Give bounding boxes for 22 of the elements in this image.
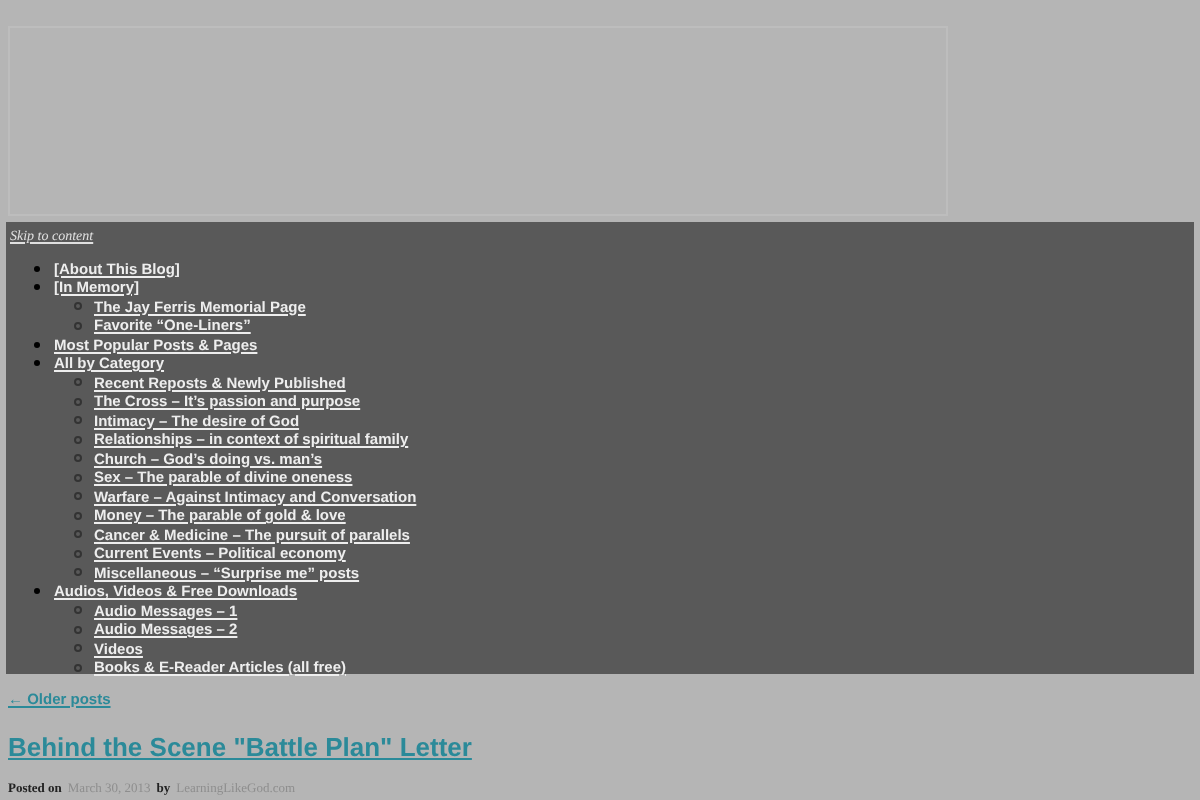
- bullet-icon: [74, 302, 82, 311]
- bullet-icon: [74, 511, 82, 520]
- bullet-icon: [34, 265, 40, 272]
- bullet-icon: [74, 473, 82, 482]
- bullet-icon: [74, 492, 82, 501]
- bullet-icon: [74, 625, 82, 634]
- bullet-icon: [74, 435, 82, 444]
- bullet-icon: [74, 568, 82, 577]
- bullet-icon: [74, 549, 82, 558]
- bullet-icon: [74, 663, 82, 672]
- bullet-icon: [74, 530, 82, 539]
- bullet-icon: [74, 606, 82, 615]
- bullet-icon: [74, 397, 82, 406]
- bullet-icon: [74, 644, 82, 653]
- bullet-icon: [74, 454, 82, 463]
- bullet-icon: [74, 416, 82, 425]
- bullet-icon: [74, 378, 82, 387]
- bullet-icon: [34, 341, 40, 348]
- bullet-icon: [34, 588, 40, 595]
- bullet-icon: [34, 360, 40, 367]
- bullet-icon: [74, 321, 82, 330]
- bullet-icon: [34, 284, 40, 291]
